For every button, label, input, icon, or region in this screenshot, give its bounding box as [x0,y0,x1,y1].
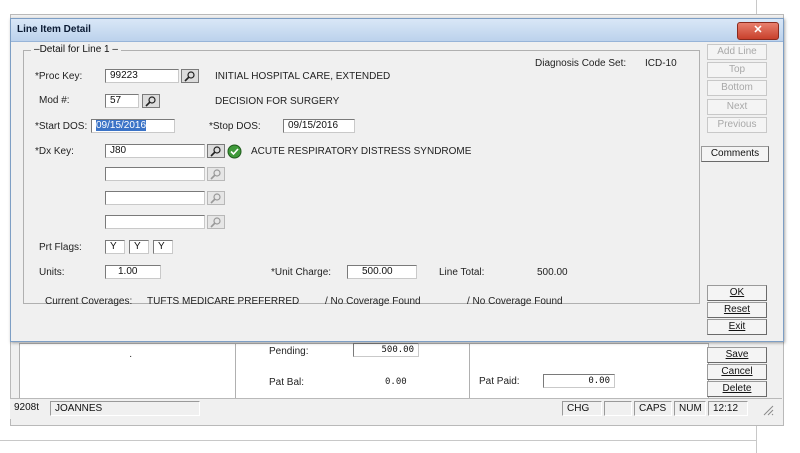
start-dos-input[interactable]: 09/15/2016 [91,119,175,133]
delete-button[interactable]: Delete [707,381,767,397]
proc-key-label: *Proc Key: [35,71,83,82]
status-bar: 9208t JOANNES CHG CAPS NUM 12:12 [10,398,782,419]
pending-field[interactable]: 500.00 [353,343,419,357]
close-icon: ✕ [753,24,763,36]
pat-paid-label: Pat Paid: [479,376,520,387]
check-circle-icon [227,144,242,159]
status-code: 9208t [14,402,40,413]
exit-button[interactable]: Exit [707,319,767,335]
magnifier-icon [145,96,156,107]
prt-flag-2[interactable]: Y [129,240,149,254]
diagnosis-code-set-value: ICD-10 [645,58,677,69]
dx-key-input-2[interactable] [105,167,205,181]
pat-bal-value: 0.00 [385,377,407,387]
pat-bal-label: Pat Bal: [269,377,305,388]
exit-button-label: Exit [728,321,746,332]
pat-paid-field[interactable]: 0.00 [543,374,615,388]
mod-lookup-button[interactable] [142,94,160,108]
status-mode: CHG [562,401,602,416]
magnifier-icon [210,146,221,157]
add-line-button[interactable]: Add Line [707,44,767,60]
dx-key-input-3[interactable] [105,191,205,205]
dialog-titlebar[interactable]: Line Item Detail ✕ [11,19,783,42]
status-time: 12:12 [708,401,748,416]
page-edge-line [0,440,756,441]
magnifier-icon [210,169,221,180]
save-button-label: Save [725,349,749,360]
current-coverages-label: Current Coverages: [45,296,133,307]
diagnosis-code-set-label: Diagnosis Code Set: [535,58,627,69]
coverage-2: / No Coverage Found [325,296,421,307]
ok-button-label: OK [729,287,745,298]
save-button[interactable]: Save [707,347,767,363]
resize-grip-icon[interactable] [762,404,774,416]
stop-dos-label: *Stop DOS: [209,121,261,132]
status-user: JOANNES [50,401,200,416]
comments-button[interactable]: Comments [701,146,769,162]
close-button[interactable]: ✕ [737,22,779,40]
cancel-button[interactable]: Cancel [707,364,767,380]
dx-key-2-lookup-button[interactable] [207,167,225,181]
delete-button-label: Delete [722,383,752,394]
start-dos-label: *Start DOS: [35,121,88,132]
mod-description: DECISION FOR SURGERY [215,96,340,107]
ok-button[interactable]: OK [707,285,767,301]
cancel-button-label: Cancel [721,366,753,377]
proc-key-input[interactable]: 99223 [105,69,179,83]
stop-dos-input[interactable]: 09/15/2016 [283,119,355,133]
line-total-value: 500.00 [537,267,568,278]
coverage-3: / No Coverage Found [467,296,563,307]
detail-group-label: –Detail for Line 1 – [31,44,121,55]
line-total-label: Line Total: [439,267,485,278]
magnifier-icon [210,217,221,228]
reset-button[interactable]: Reset [707,302,767,318]
prt-flag-1[interactable]: Y [105,240,125,254]
prt-flag-3[interactable]: Y [153,240,173,254]
magnifier-icon [210,193,221,204]
status-blank [604,401,632,416]
group-label-text: Detail for Line 1 [39,44,110,55]
top-button[interactable]: Top [707,62,767,78]
previous-button[interactable]: Previous [707,117,767,133]
status-num: NUM [674,401,706,416]
dx-key-3-lookup-button[interactable] [207,191,225,205]
dx-key-description: ACUTE RESPIRATORY DISTRESS SYNDROME [251,146,472,157]
prt-flags-label: Prt Flags: [39,242,82,253]
parent-divider [235,343,236,399]
next-button[interactable]: Next [707,99,767,115]
coverage-1: TUFTS MEDICARE PREFERRED [147,296,300,307]
dx-key-input[interactable]: J80 [105,144,205,158]
dialog-title: Line Item Detail [17,24,91,35]
bottom-button[interactable]: Bottom [707,80,767,96]
units-input[interactable]: 1.00 [105,265,161,279]
magnifier-icon [184,71,195,82]
mod-input[interactable]: 57 [105,94,139,108]
status-caps: CAPS [634,401,672,416]
proc-key-lookup-button[interactable] [181,69,199,83]
proc-key-description: INITIAL HOSPITAL CARE, EXTENDED [215,71,391,82]
line-item-detail-dialog: Line Item Detail ✕ –Detail for Line 1 – … [10,18,784,342]
reset-button-label: Reset [723,304,751,315]
unit-charge-input[interactable]: 500.00 [347,265,417,279]
dx-key-input-4[interactable] [105,215,205,229]
dx-key-label: *Dx Key: [35,146,74,157]
units-label: Units: [39,267,65,278]
parent-divider [469,343,470,399]
dx-key-4-lookup-button[interactable] [207,215,225,229]
mod-label: Mod #: [39,95,70,106]
start-dos-value: 09/15/2016 [96,120,147,131]
unit-charge-label: *Unit Charge: [271,267,332,278]
pending-label: Pending: [269,346,309,357]
parent-dot: · [129,351,133,362]
dx-key-lookup-button[interactable] [207,144,225,158]
